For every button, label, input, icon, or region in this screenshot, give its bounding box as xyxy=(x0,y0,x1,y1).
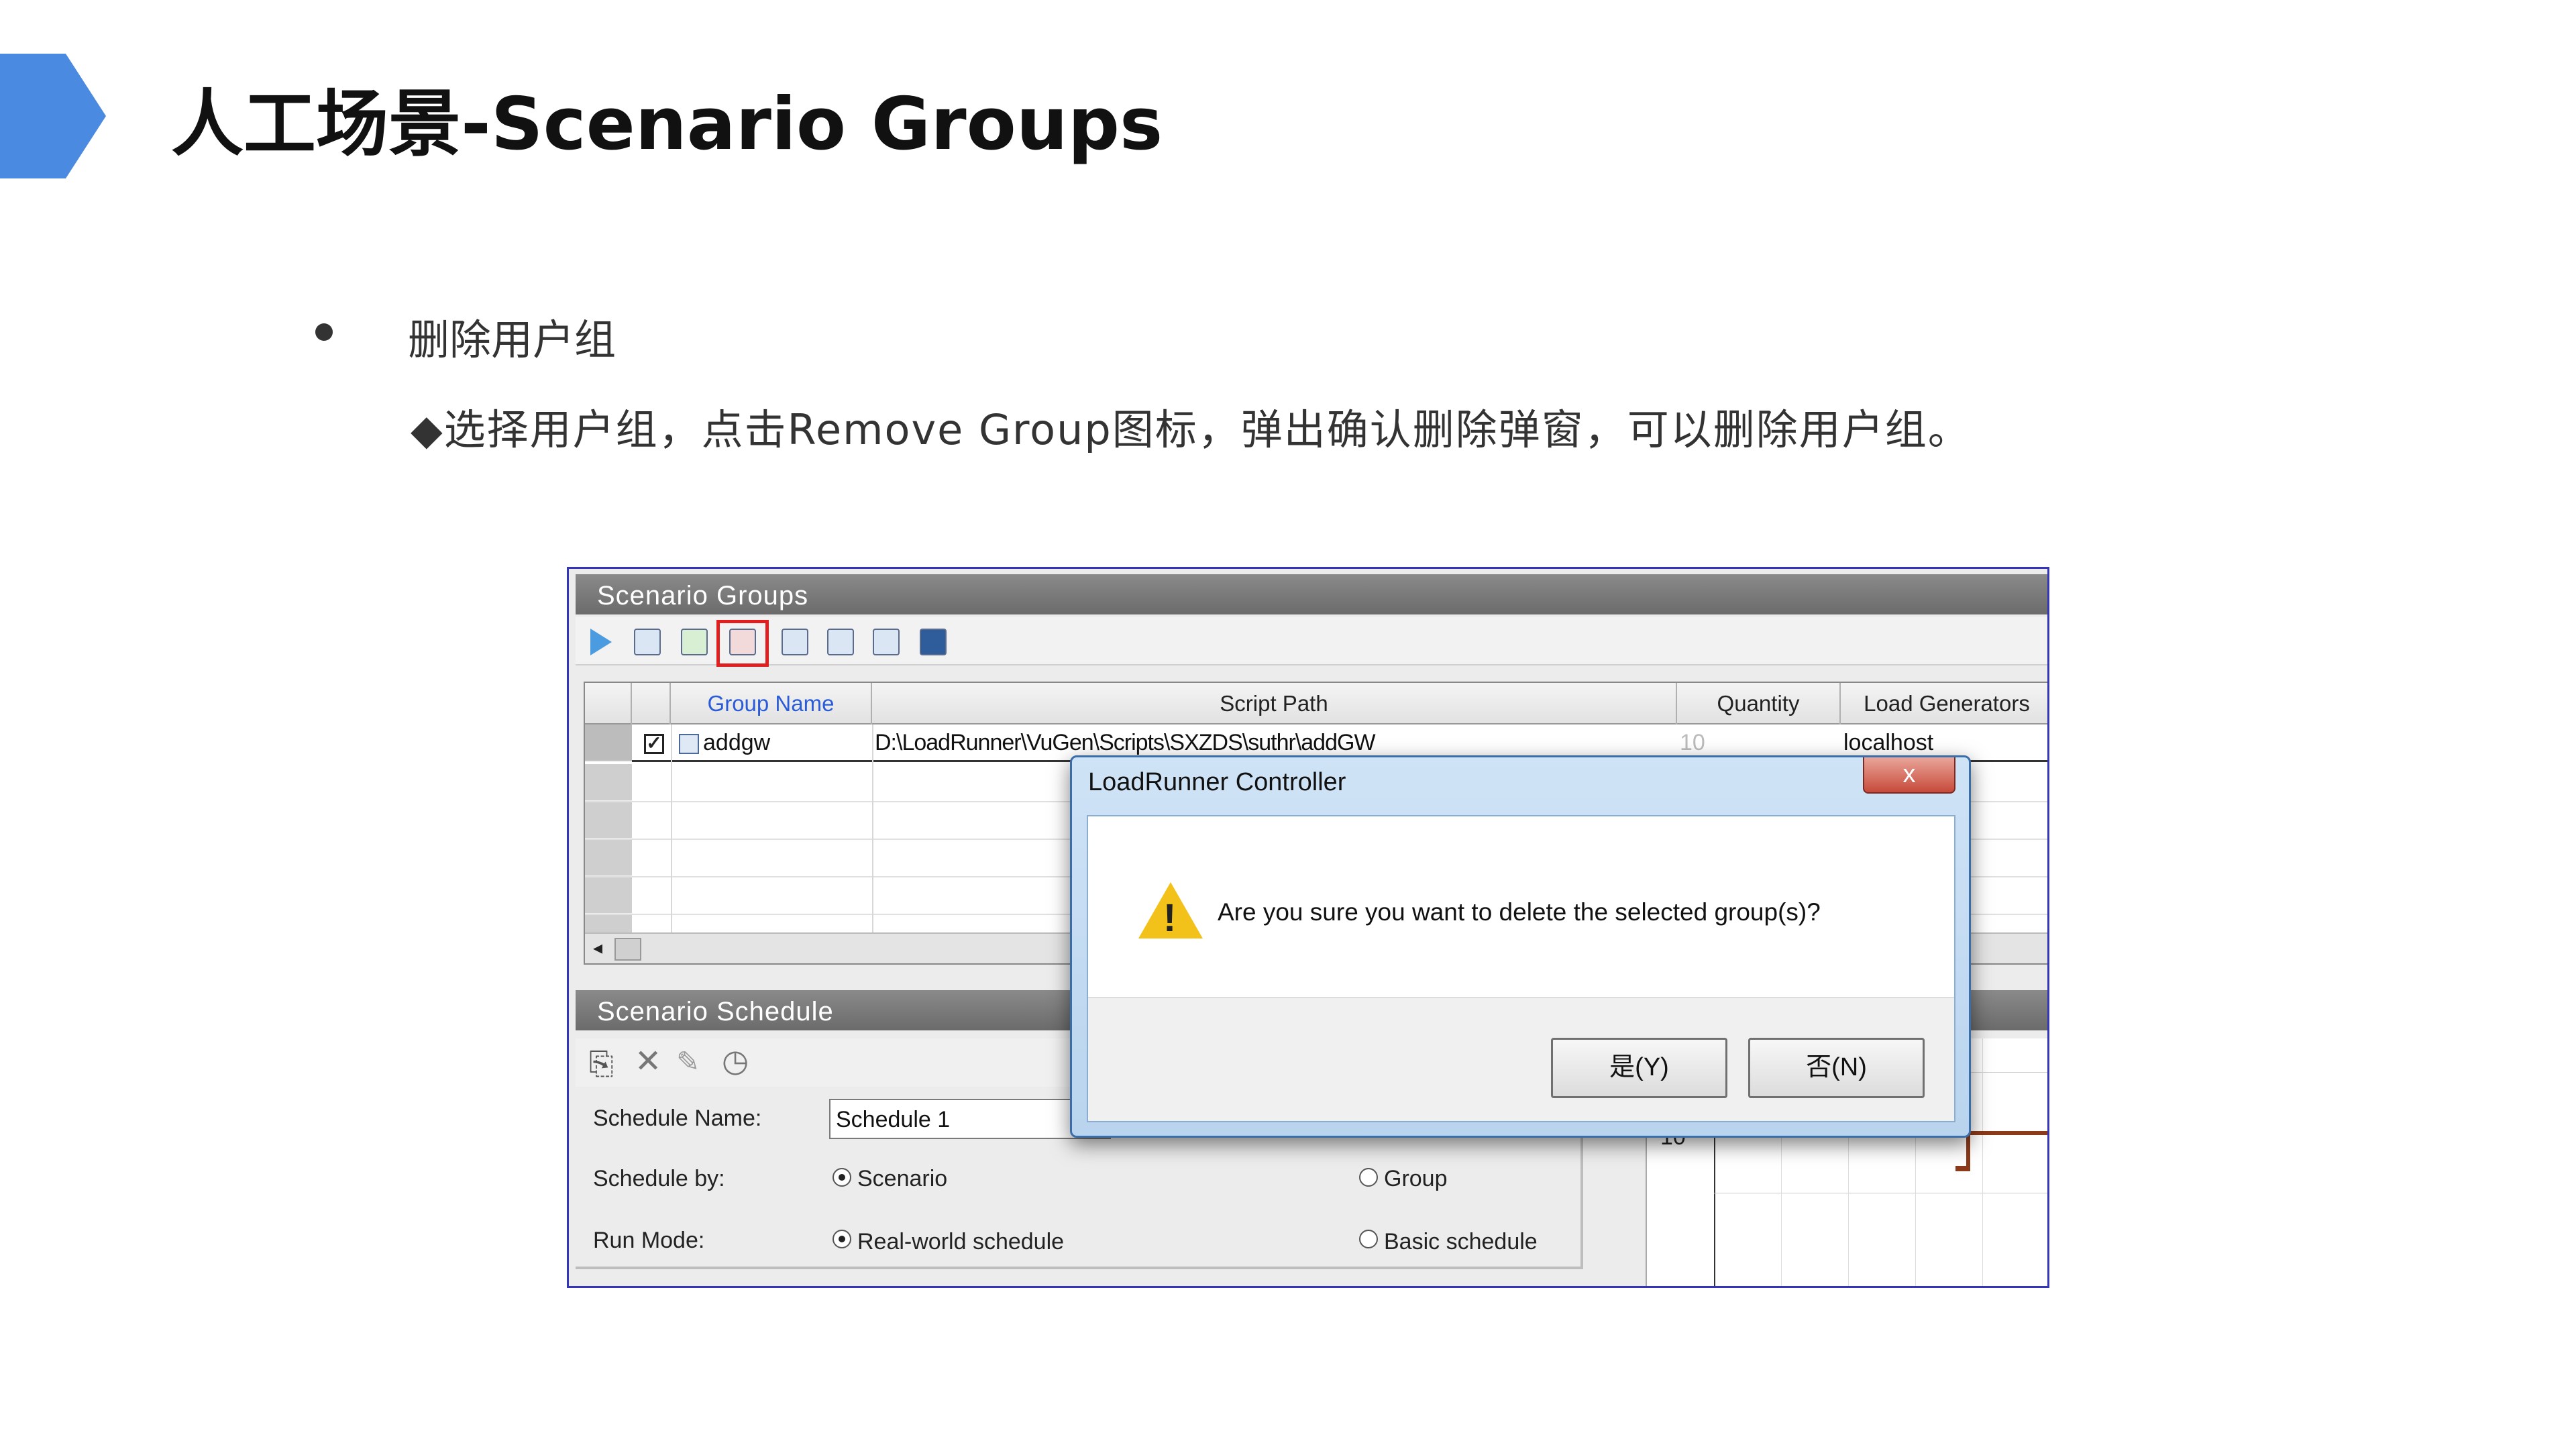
script-icon xyxy=(679,734,699,755)
duplicate-group-icon[interactable] xyxy=(777,624,813,660)
table-header: Group Name Script Path Quantity Load Gen… xyxy=(585,683,2047,724)
schedule-by-scenario-label: Scenario xyxy=(857,1166,948,1191)
add-group-icon[interactable] xyxy=(629,624,665,660)
no-button[interactable]: 否(N) xyxy=(1748,1038,1925,1098)
controller-screenshot: Scenario Groups Group Name Script Path Q… xyxy=(567,567,2049,1288)
scroll-left-icon[interactable]: ◂ xyxy=(593,936,602,959)
group-name-cell[interactable]: addgw xyxy=(703,730,770,755)
yes-button[interactable]: 是(Y) xyxy=(1551,1038,1727,1098)
col-load-generators[interactable]: Load Generators xyxy=(1841,683,2047,724)
schedule-name-input[interactable]: Schedule 1 xyxy=(829,1099,1111,1139)
remove-group-icon[interactable] xyxy=(716,620,769,667)
run-mode-basic-radio[interactable] xyxy=(1359,1230,1378,1248)
rename-schedule-icon[interactable]: ✎ xyxy=(676,1045,700,1078)
run-mode-realworld-radio[interactable] xyxy=(833,1230,851,1248)
schedule-clock-icon[interactable]: ◷ xyxy=(722,1042,749,1079)
schedule-by-group-radio[interactable] xyxy=(1359,1168,1378,1187)
scroll-thumb[interactable] xyxy=(614,938,641,961)
col-script-path[interactable]: Script Path xyxy=(872,683,1677,724)
page-title: 人工场景-Scenario Groups xyxy=(171,83,1163,166)
delete-schedule-icon[interactable]: ✕ xyxy=(635,1042,661,1080)
scenario-groups-header: Scenario Groups xyxy=(576,574,2047,614)
schedule-line xyxy=(1969,1131,2047,1135)
scenario-groups-toolbar xyxy=(576,617,2047,667)
schedule-name-label: Schedule Name: xyxy=(593,1106,762,1131)
start-scenario-icon[interactable] xyxy=(582,624,619,660)
schedule-by-scenario-radio[interactable] xyxy=(833,1168,851,1187)
sla-icon[interactable] xyxy=(915,624,951,660)
col-quantity[interactable]: Quantity xyxy=(1677,683,1841,724)
run-mode-basic-label: Basic schedule xyxy=(1384,1229,1538,1254)
bullet-text: 删除用户组 xyxy=(408,315,616,364)
run-mode-label: Run Mode: xyxy=(593,1228,705,1253)
schedule-by-label: Schedule by: xyxy=(593,1166,725,1191)
col-group-name[interactable]: Group Name xyxy=(671,683,872,724)
group-details-icon[interactable] xyxy=(822,624,859,660)
vuser-icon[interactable] xyxy=(868,624,904,660)
bullet-dot xyxy=(315,323,333,341)
dialog-close-button[interactable]: x xyxy=(1863,757,1955,794)
dialog-title: LoadRunner Controller xyxy=(1088,768,1346,796)
run-mode-realworld-label: Real-world schedule xyxy=(857,1229,1065,1254)
row-checkbox[interactable]: ✓ xyxy=(644,734,664,754)
instruction-text: ◆选择用户组，点击Remove Group图标，弹出确认删除弹窗，可以删除用户组… xyxy=(411,405,1971,454)
dialog-body: ! Are you sure you want to delete the se… xyxy=(1087,815,1955,1122)
new-schedule-icon[interactable]: ⎘ xyxy=(589,1045,614,1083)
add-script-icon[interactable] xyxy=(676,624,712,660)
title-chevron xyxy=(0,54,106,178)
dialog-message: Are you sure you want to delete the sele… xyxy=(1218,898,1821,926)
confirm-delete-dialog: LoadRunner Controller x ! Are you sure y… xyxy=(1070,755,1971,1138)
schedule-by-group-label: Group xyxy=(1384,1166,1448,1191)
